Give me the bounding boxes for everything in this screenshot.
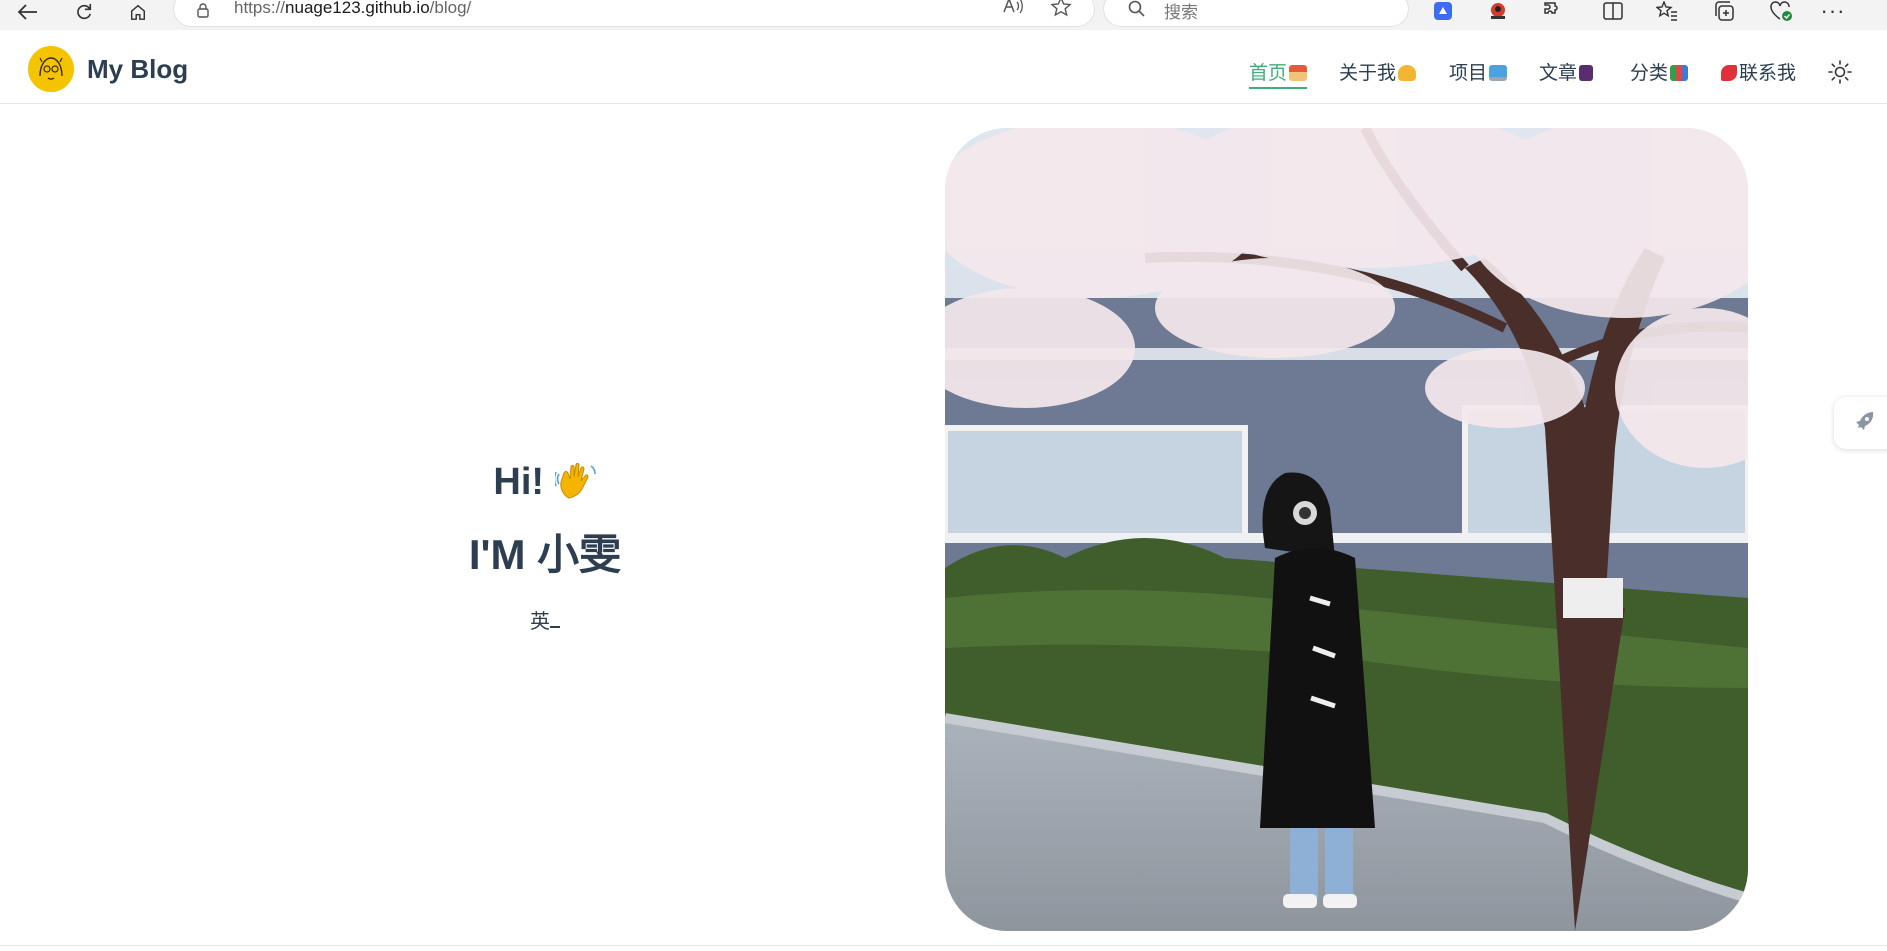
nav-item-projects[interactable]: 项目 (1449, 58, 1508, 85)
laptop-emoji-icon (1489, 65, 1508, 81)
url-text[interactable]: https://nuage123.github.io/blog/ (234, 0, 471, 18)
extension-icon[interactable] (1485, 0, 1511, 22)
author-name: 小雯 (537, 530, 622, 579)
rocket-icon (1856, 412, 1874, 430)
books-emoji-icon (1670, 65, 1689, 81)
nav-label: 首页 (1249, 62, 1288, 84)
nav-item-articles[interactable]: 文章 (1539, 58, 1594, 85)
telephone-emoji-icon (1721, 65, 1737, 81)
hero-intro: Hi! I'M 小雯 英 (420, 455, 670, 634)
extension-icon[interactable] (1430, 0, 1456, 22)
nav-label: 关于我 (1339, 62, 1397, 84)
split-screen-icon[interactable] (1600, 0, 1626, 22)
divider (0, 945, 1887, 946)
nav-item-about[interactable]: 关于我 (1339, 58, 1417, 85)
hero-photo (945, 128, 1748, 931)
nav-item-home[interactable]: 首页 (1249, 58, 1308, 89)
nav-label: 联系我 (1739, 62, 1797, 84)
lock-icon[interactable] (196, 2, 210, 18)
read-aloud-icon[interactable] (1002, 0, 1024, 21)
back-icon[interactable] (12, 0, 44, 24)
extension-icon[interactable] (1540, 0, 1566, 22)
person-emoji-icon (1398, 65, 1417, 81)
nav-label: 分类 (1630, 62, 1669, 84)
sun-icon (1828, 60, 1852, 84)
search-icon (1128, 0, 1145, 17)
search-input[interactable]: 搜索 (1104, 0, 1408, 26)
favorites-icon[interactable] (1654, 0, 1680, 22)
nav-item-contact[interactable]: 联系我 (1721, 58, 1796, 85)
theme-toggle-button[interactable] (1826, 58, 1854, 86)
nav-item-categories[interactable]: 分类 (1630, 58, 1689, 85)
performance-icon[interactable] (1768, 0, 1794, 22)
typing-cursor (550, 612, 560, 628)
nav-label: 项目 (1449, 62, 1488, 84)
main-nav: 首页 关于我 项目 文章 分类 联系我 (0, 58, 1887, 89)
hero-greeting: Hi! (420, 455, 670, 509)
notebook-emoji-icon (1579, 65, 1594, 81)
im-prefix: I'M (468, 531, 526, 578)
site-header: My Blog 首页 关于我 项目 文章 分类 联系我 (0, 34, 1887, 104)
house-emoji-icon (1289, 65, 1308, 81)
search-placeholder: 搜索 (1164, 3, 1198, 22)
typed-text-value: 英 (530, 609, 550, 633)
greeting-text: Hi! (493, 461, 545, 503)
typed-text: 英 (420, 605, 670, 634)
hero-name: I'M 小雯 (420, 525, 670, 585)
waving-hand-icon (554, 463, 596, 499)
collections-icon[interactable] (1712, 0, 1738, 22)
browser-toolbar: https://nuage123.github.io/blog/ 搜索 ··· (0, 0, 1887, 30)
reload-icon[interactable] (68, 0, 100, 24)
nav-label: 文章 (1539, 62, 1578, 84)
favorite-star-icon[interactable] (1050, 0, 1072, 23)
more-icon[interactable]: ··· (1820, 0, 1846, 23)
side-rocket-button[interactable] (1834, 397, 1887, 449)
home-icon[interactable] (122, 0, 154, 24)
address-bar[interactable]: https://nuage123.github.io/blog/ (174, 0, 1094, 26)
